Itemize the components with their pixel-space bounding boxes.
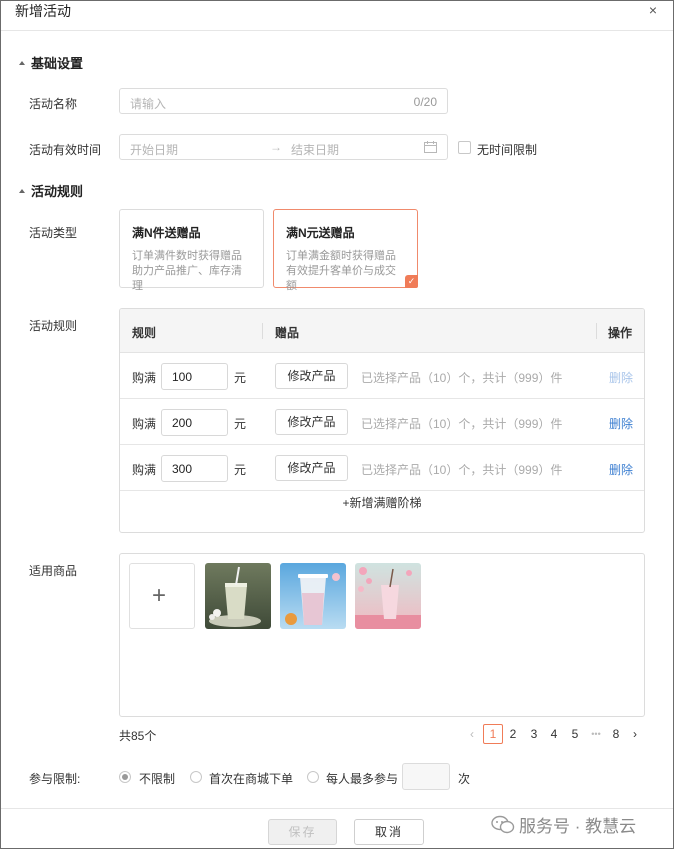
rules-table: 规则 赠品 操作 购满 100 元 修改产品 已选择产品（10）个，共计（999… [119,308,645,533]
activity-name-input[interactable]: 请输入 0/20 [119,88,448,114]
collapse-triangle-icon [19,188,25,193]
currency-unit: 元 [234,463,247,477]
dialog-header: 新增活动 × [1,1,673,31]
type-card-desc: 有效提升客单价与成交额 [286,265,396,292]
type-card-title: 满N元送赠品 [286,226,355,240]
collapse-triangle-icon [19,60,25,65]
page-1[interactable]: 1 [483,724,503,744]
buy-label: 购满 [132,371,157,385]
plus-icon: + [152,582,167,609]
activity-rule-label: 活动规则 [29,319,78,333]
type-card-title: 满N件送赠品 [132,226,201,240]
modify-products-button[interactable]: 修改产品 [275,455,348,481]
watermark-text: 服务号 · 教慧云 [519,817,637,836]
column-divider [262,323,263,339]
range-arrow-icon: → [270,140,282,154]
iced-tea-cup-image [280,563,346,629]
product-thumbnail-pink-drink[interactable] [355,563,421,629]
radio-no-limit[interactable] [119,771,131,783]
delete-link[interactable]: 删除 [609,461,633,478]
selected-check-icon: ✓ [405,275,418,288]
no-time-limit-label: 无时间限制 [477,143,538,157]
modify-products-button[interactable]: 修改产品 [275,409,348,435]
currency-unit: 元 [234,417,247,431]
pink-drink-image [355,563,421,629]
no-time-limit-checkbox[interactable] [458,141,471,154]
start-date-placeholder: 开始日期 [130,143,179,157]
activity-name-placeholder: 请输入 [130,97,167,111]
radio-max-per-person-label: 每人最多参与 [326,772,399,786]
section-basic-title: 基础设置 [31,56,84,71]
currency-unit: 元 [234,371,247,385]
section-basic-settings[interactable]: 基础设置 [19,53,83,72]
radio-first-order-label: 首次在商城下单 [209,772,294,786]
radio-no-limit-label: 不限制 [139,772,176,786]
new-activity-dialog: 新增活动 × 基础设置 活动名称 请输入 0/20 活动有效时间 开始日期 → … [0,0,674,849]
column-header-gift: 赠品 [275,326,300,340]
selected-products-info: 已选择产品（10）个，共计（999）件 [361,371,563,385]
selected-products-info: 已选择产品（10）个，共计（999）件 [361,417,563,431]
page-3[interactable]: 3 [524,724,544,744]
product-thumbnail-iced-tea[interactable] [280,563,346,629]
end-date-placeholder: 结束日期 [291,143,340,157]
product-thumbnail-matcha[interactable] [205,563,271,629]
type-card-by-amount[interactable]: 满N元送赠品 订单满金额时获得赠品 有效提升客单价与成交额 ✓ [273,209,418,292]
activity-type-label: 活动类型 [29,226,78,240]
modify-products-button[interactable]: 修改产品 [275,363,348,389]
type-card-desc: 助力产品推广、库存清理 [132,265,242,292]
footer-divider [1,808,673,809]
radio-first-order[interactable] [190,771,202,783]
column-divider [596,323,597,339]
activity-name-counter: 0/20 [413,95,437,109]
goods-picker: + [119,553,645,717]
section-activity-rules[interactable]: 活动规则 [19,181,83,200]
prev-page-icon[interactable]: ‹ [462,724,482,744]
type-card-by-quantity[interactable]: 满N件送赠品 订单满件数时获得赠品 助力产品推广、库存清理 [119,209,264,292]
max-times-input[interactable] [402,763,450,790]
rules-table-header: 规则 赠品 操作 [120,309,644,353]
delete-link[interactable]: 删除 [609,369,633,386]
section-rules-title: 活动规则 [31,184,84,199]
cancel-button[interactable]: 取消 [354,819,424,845]
date-range-picker[interactable]: 开始日期 → 结束日期 [119,134,448,160]
close-icon[interactable]: × [649,2,657,18]
save-button[interactable]: 保存 [268,819,337,845]
table-row: 购满 300 元 修改产品 已选择产品（10）个，共计（999）件 删除 [120,445,644,491]
page-ellipsis[interactable]: ••• [585,724,607,744]
activity-time-label: 活动有效时间 [29,143,102,157]
threshold-amount-input[interactable]: 300 [161,455,228,482]
table-row: 购满 200 元 修改产品 已选择产品（10）个，共计（999）件 删除 [120,399,644,445]
page-4[interactable]: 4 [544,724,564,744]
matcha-drink-image [205,563,271,629]
total-count: 共85个 [119,729,157,743]
page-last[interactable]: 8 [606,724,626,744]
add-tier-button[interactable]: +新增满赠阶梯 [120,494,644,511]
threshold-amount-input[interactable]: 200 [161,409,228,436]
type-card-desc: 订单满金额时获得赠品 [286,250,396,262]
add-goods-button[interactable]: + [129,563,195,629]
page-5[interactable]: 5 [565,724,585,744]
selected-products-info: 已选择产品（10）个，共计（999）件 [361,463,563,477]
threshold-amount-input[interactable]: 100 [161,363,228,390]
dialog-title: 新增活动 [15,3,71,19]
calendar-icon [424,141,437,153]
applicable-goods-label: 适用商品 [29,564,78,578]
participation-limit-label: 参与限制: [29,772,81,786]
column-header-rule: 规则 [132,326,157,340]
type-card-desc: 订单满件数时获得赠品 [132,250,242,262]
buy-label: 购满 [132,463,157,477]
delete-link[interactable]: 删除 [609,415,633,432]
buy-label: 购满 [132,417,157,431]
column-header-action: 操作 [608,326,633,340]
page-2[interactable]: 2 [503,724,523,744]
radio-max-per-person[interactable] [307,771,319,783]
next-page-icon[interactable]: › [625,724,645,744]
wechat-icon [491,815,515,834]
times-suffix: 次 [458,772,471,786]
activity-name-label: 活动名称 [29,97,78,111]
table-row: 购满 100 元 修改产品 已选择产品（10）个，共计（999）件 删除 [120,353,644,399]
